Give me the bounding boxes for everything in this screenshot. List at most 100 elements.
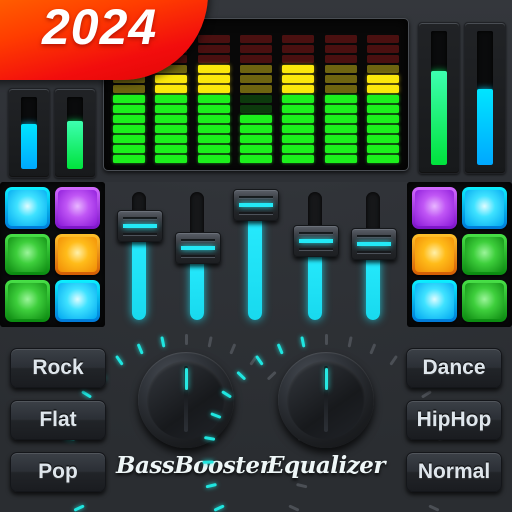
knob-tick xyxy=(114,354,124,366)
slider-thumb[interactable] xyxy=(293,225,339,257)
bass-booster-label: BassBooster xyxy=(116,452,272,479)
spectrum-segment xyxy=(239,35,272,43)
knob-tick xyxy=(368,343,376,355)
spectrum-segment xyxy=(324,145,357,153)
preset-button-dance[interactable]: Dance xyxy=(406,348,502,388)
preset-button-pop[interactable]: Pop xyxy=(10,452,106,492)
knob-tick xyxy=(324,334,328,345)
drum-pad-right-6[interactable] xyxy=(462,280,507,322)
spectrum-segment xyxy=(197,65,230,73)
spectrum-segment xyxy=(113,145,145,153)
drum-pad-left-5[interactable] xyxy=(5,280,50,322)
knob-tick xyxy=(299,336,305,348)
eq-band-3-slider[interactable] xyxy=(233,189,279,320)
eq-band-2-slider[interactable] xyxy=(175,192,221,320)
meter-left-2-level xyxy=(67,121,83,169)
preset-button-flat[interactable]: Flat xyxy=(10,400,106,440)
eq-band-1-slider[interactable] xyxy=(117,192,163,320)
equalizer-app: 2024 BassBooster Equalizer Rock Flat Pop D… xyxy=(0,0,512,512)
bass-booster-knob-group[interactable]: BassBooster xyxy=(62,334,310,512)
knob-tick xyxy=(388,354,398,366)
eq-band-5-slider[interactable] xyxy=(351,192,397,320)
drum-pad-right-3[interactable] xyxy=(412,233,457,276)
drum-pad-right-1[interactable] xyxy=(412,187,457,229)
spectrum-segment xyxy=(197,35,230,43)
spectrum-segment xyxy=(113,155,145,163)
slider-thumb[interactable] xyxy=(351,228,397,260)
meter-slot-left-1 xyxy=(8,88,50,178)
spectrum-segment xyxy=(197,95,230,103)
spectrum-segment xyxy=(282,105,315,113)
meter-slot-left-2 xyxy=(54,88,96,178)
slider-thumb[interactable] xyxy=(117,210,163,242)
spectrum-segment xyxy=(197,115,230,123)
drum-pad-left-4[interactable] xyxy=(55,233,100,276)
slider-thumb[interactable] xyxy=(175,232,221,264)
spectrum-column xyxy=(197,26,230,163)
drum-pad-left-2[interactable] xyxy=(55,187,100,229)
drum-pad-right-4[interactable] xyxy=(462,233,507,276)
spectrum-segment xyxy=(239,45,272,53)
spectrum-segment xyxy=(324,105,357,113)
spectrum-segment xyxy=(366,55,399,63)
spectrum-segment xyxy=(155,115,188,123)
knob-indicator-icon xyxy=(324,368,328,390)
spectrum-segment xyxy=(239,85,272,93)
spectrum-column xyxy=(366,26,399,163)
spectrum-segment xyxy=(366,95,399,103)
spectrum-segment xyxy=(282,85,315,93)
meter-slot-right-2 xyxy=(464,22,506,174)
eq-band-4-slider[interactable] xyxy=(293,192,339,320)
equalizer-knob-group[interactable]: Equalizer xyxy=(202,334,450,512)
preset-button-rock[interactable]: Rock xyxy=(10,348,106,388)
spectrum-segment xyxy=(366,135,399,143)
spectrum-segment xyxy=(366,85,399,93)
drum-pad-right-2[interactable] xyxy=(462,187,507,229)
spectrum-segment xyxy=(155,135,188,143)
spectrum-segment xyxy=(282,135,315,143)
spectrum-segment xyxy=(324,75,357,83)
bass-booster-knob[interactable] xyxy=(138,352,234,448)
pad-grid-right xyxy=(412,187,507,322)
meter-well xyxy=(67,97,83,169)
spectrum-segment xyxy=(282,35,315,43)
year-badge-label: 2024 xyxy=(42,0,158,55)
drum-pad-left-1[interactable] xyxy=(5,187,50,229)
spectrum-segment xyxy=(366,105,399,113)
spectrum-segment xyxy=(155,95,188,103)
spectrum-segment xyxy=(282,95,315,103)
spectrum-segment xyxy=(113,125,145,133)
drum-pad-left-6[interactable] xyxy=(55,280,100,322)
spectrum-segment xyxy=(324,45,357,53)
spectrum-segment xyxy=(113,95,145,103)
meter-well xyxy=(477,31,493,165)
equalizer-knob[interactable] xyxy=(278,352,374,448)
spectrum-segment xyxy=(282,65,315,73)
slider-thumb[interactable] xyxy=(233,189,279,221)
spectrum-segment xyxy=(366,145,399,153)
spectrum-segment xyxy=(324,125,357,133)
knob-tick xyxy=(136,343,144,355)
spectrum-segment xyxy=(197,75,230,83)
drum-pad-right-5[interactable] xyxy=(412,280,457,322)
drum-pad-panel-left xyxy=(0,182,105,327)
preset-button-normal[interactable]: Normal xyxy=(406,452,502,492)
spectrum-segment xyxy=(239,105,272,113)
spectrum-segment xyxy=(239,135,272,143)
meter-right-1-level xyxy=(431,71,447,165)
knob-tick xyxy=(202,460,214,464)
preset-button-hiphop[interactable]: HipHop xyxy=(406,400,502,440)
spectrum-segment xyxy=(197,105,230,113)
equalizer-label: Equalizer xyxy=(266,452,386,479)
spectrum-segment xyxy=(197,135,230,143)
knob-tick xyxy=(347,336,353,348)
spectrum-segment xyxy=(197,85,230,93)
spectrum-segment xyxy=(155,145,188,153)
spectrum-segment xyxy=(113,105,145,113)
spectrum-segment xyxy=(155,75,188,83)
knob-tick xyxy=(207,336,213,348)
spectrum-segment xyxy=(282,145,315,153)
knob-tick xyxy=(184,334,188,345)
spectrum-segment xyxy=(239,55,272,63)
drum-pad-left-3[interactable] xyxy=(5,233,50,276)
